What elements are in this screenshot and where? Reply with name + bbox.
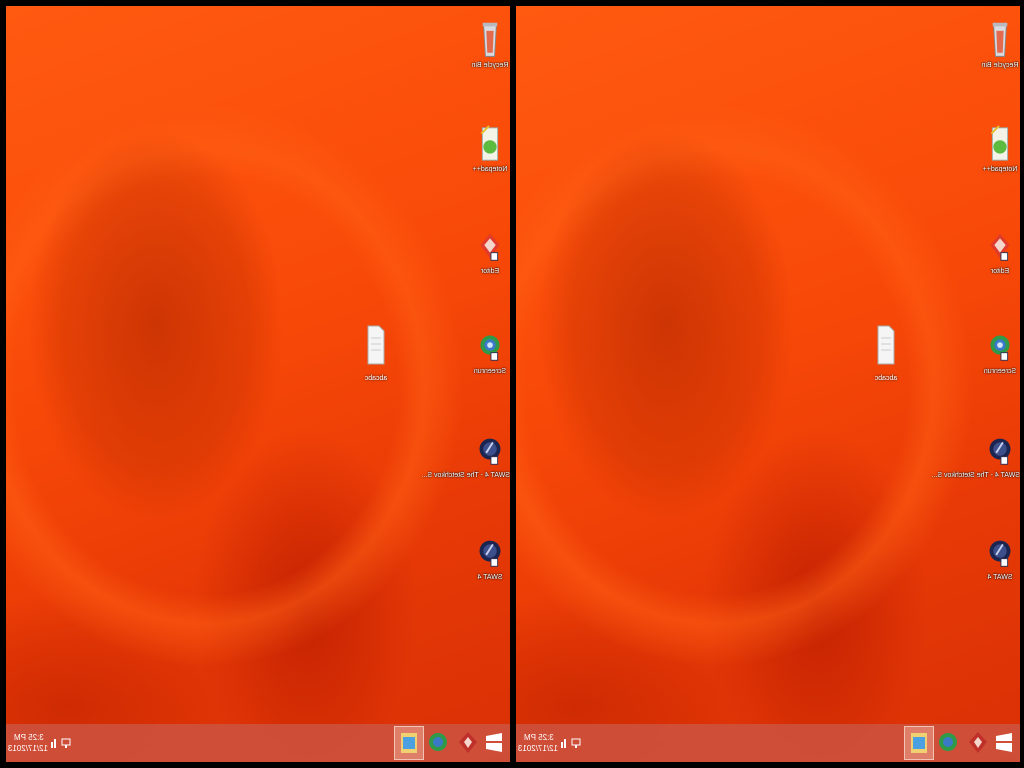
notepad-icon[interactable]: Notepad++ xyxy=(470,124,510,174)
taskbar: 3:25 PM 12/17/2013 xyxy=(516,724,1020,762)
diamond-app-icon xyxy=(969,732,987,753)
globe-icon xyxy=(480,335,500,361)
desktop-screen-right: Recycle Bin Notepad++ Editor Screenrun S… xyxy=(516,6,1020,762)
diamond-app-icon xyxy=(459,732,477,753)
globe-icon xyxy=(429,733,447,751)
text-file-icon[interactable]: abcabc xyxy=(866,324,906,383)
desktop-icon-label: SWAT 4 - The Stetchkov S... xyxy=(421,472,510,479)
desktop-icon-label: Screenrun xyxy=(983,368,1017,375)
signal-icon xyxy=(561,742,563,748)
editor-icon[interactable]: Editor xyxy=(470,226,510,276)
taskbar-clock[interactable]: 3:25 PM 12/17/2013 xyxy=(7,732,48,754)
globe-icon xyxy=(990,335,1010,361)
diamond-app-icon xyxy=(990,233,1010,261)
clock-date: 12/17/2013 xyxy=(7,744,48,753)
windows-logo-icon xyxy=(996,733,1012,752)
screenrun-icon[interactable]: Screenrun xyxy=(980,326,1020,376)
swat-badge-icon xyxy=(989,540,1011,567)
network-icon xyxy=(61,738,71,746)
file-icon-label: abcabc xyxy=(874,375,898,382)
desktop-icon-label: Editor xyxy=(990,268,1010,275)
diamond-app-icon xyxy=(480,233,500,261)
notepad-plus-icon xyxy=(990,125,1009,161)
desktop-icon-label: SWAT 4 xyxy=(477,574,503,581)
taskbar-clock[interactable]: 3:25 PM 12/17/2013 xyxy=(517,732,558,754)
tray-icons[interactable] xyxy=(560,736,582,750)
recycle-bin-icon[interactable]: Recycle Bin xyxy=(980,20,1020,70)
folder-icon xyxy=(401,733,417,753)
windows-logo-icon xyxy=(486,733,502,752)
trash-icon xyxy=(992,22,1008,57)
start-button[interactable] xyxy=(990,726,1020,760)
swat4-icon[interactable]: SWAT 4 xyxy=(980,532,1020,582)
file-icon-label: abcabc xyxy=(364,375,388,382)
swat-badge-icon xyxy=(479,540,501,567)
swat4-stetchkov-icon[interactable]: SWAT 4 - The Stetchkov S... xyxy=(421,430,510,480)
swat-badge-icon xyxy=(989,438,1011,465)
desktop-icon-label: Recycle Bin xyxy=(471,62,509,69)
screenrun-taskbar-button[interactable] xyxy=(424,726,454,760)
notepad-icon[interactable]: Notepad++ xyxy=(980,124,1020,174)
globe-icon xyxy=(939,733,957,751)
desktop-screen-left: Recycle Bin Notepad++ Editor Screenrun S… xyxy=(6,6,510,762)
clock-date: 12/17/2013 xyxy=(517,744,558,753)
trash-icon xyxy=(482,22,498,57)
recycle-bin-icon[interactable]: Recycle Bin xyxy=(470,20,510,70)
screenrun-icon[interactable]: Screenrun xyxy=(470,326,510,376)
text-file-icon[interactable]: abcabc xyxy=(356,324,396,383)
swat4-stetchkov-icon[interactable]: SWAT 4 - The Stetchkov S... xyxy=(931,430,1020,480)
file-explorer-taskbar-button[interactable] xyxy=(904,726,934,760)
folder-icon xyxy=(911,733,927,753)
swat-badge-icon xyxy=(479,438,501,465)
desktop-icon-label: Screenrun xyxy=(473,368,507,375)
editor-icon[interactable]: Editor xyxy=(980,226,1020,276)
clock-time: 3:25 PM xyxy=(14,733,44,742)
desktop-icon-label: Recycle Bin xyxy=(981,62,1019,69)
desktop-icon-label: SWAT 4 xyxy=(987,574,1013,581)
tray-icons[interactable] xyxy=(50,736,72,750)
desktop-icon-label: Notepad++ xyxy=(472,166,508,173)
network-icon xyxy=(571,738,581,746)
document-icon xyxy=(877,325,895,365)
notepad-plus-icon xyxy=(480,125,499,161)
swat4-icon[interactable]: SWAT 4 xyxy=(470,532,510,582)
screenrun-taskbar-button[interactable] xyxy=(934,726,964,760)
signal-icon xyxy=(51,742,53,748)
clock-time: 3:25 PM xyxy=(524,733,554,742)
desktop-icon-label: SWAT 4 - The Stetchkov S... xyxy=(931,472,1020,479)
start-button[interactable] xyxy=(480,726,510,760)
desktop-icon-label: Editor xyxy=(480,268,500,275)
taskbar: 3:25 PM 12/17/2013 xyxy=(6,724,510,762)
desktop-icon-label: Notepad++ xyxy=(982,166,1018,173)
file-explorer-taskbar-button[interactable] xyxy=(394,726,424,760)
document-icon xyxy=(367,325,385,365)
